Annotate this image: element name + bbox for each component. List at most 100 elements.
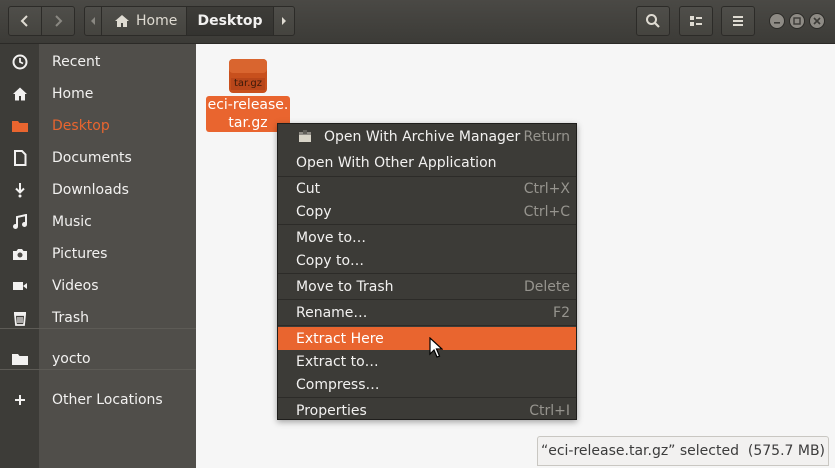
sidebar-item-label: Documents <box>52 150 132 166</box>
menu-item-shortcut: F2 <box>553 304 570 321</box>
sidebar-item-label: Downloads <box>52 182 129 198</box>
sidebar-item-label: Trash <box>52 310 89 326</box>
menu-item-properties[interactable]: Properties Ctrl+I <box>278 399 576 422</box>
sidebar-item-pictures[interactable]: Pictures <box>0 239 196 269</box>
breadcrumb-home[interactable]: Home <box>101 6 187 36</box>
header-bar: Home Desktop <box>0 0 835 44</box>
video-icon <box>9 275 31 297</box>
sidebar-item-label: Other Locations <box>52 392 163 408</box>
sidebar-item-label: Pictures <box>52 246 108 262</box>
sidebar-item-label: Videos <box>52 278 99 294</box>
sidebar-item-label: Music <box>52 214 92 230</box>
home-icon <box>115 15 129 27</box>
view-options-button[interactable] <box>679 6 713 36</box>
menu-separator <box>278 397 576 398</box>
sidebar-item-label: yocto <box>52 351 91 367</box>
status-bar: “eci-release.tar.gz” selected (575.7 MB) <box>537 436 829 466</box>
sidebar-item-documents[interactable]: Documents <box>0 143 196 173</box>
menu-item-label: Move to… <box>296 229 367 246</box>
archive-icon: tar.gz <box>227 56 269 96</box>
breadcrumb-home-label: Home <box>136 13 178 29</box>
sidebar-item-downloads[interactable]: Downloads <box>0 175 196 205</box>
menu-item-shortcut: Ctrl+I <box>529 402 570 419</box>
folder-icon <box>9 348 31 370</box>
list-view-icon <box>690 16 702 26</box>
trash-icon <box>9 307 31 329</box>
breadcrumb-current-label: Desktop <box>197 13 263 29</box>
mouse-cursor-icon <box>429 337 443 358</box>
document-icon <box>9 147 31 169</box>
sidebar-item-label: Desktop <box>52 118 110 134</box>
archive-icon-label: tar.gz <box>233 78 263 89</box>
minimize-icon <box>774 22 780 24</box>
search-button[interactable] <box>636 6 670 36</box>
status-text: “eci-release.tar.gz” selected (575.7 MB) <box>540 443 826 459</box>
menu-item-label: Copy <box>296 203 332 220</box>
sidebar-item-label: Home <box>52 86 94 102</box>
menu-item-extract-to[interactable]: Extract to… <box>278 350 576 373</box>
menu-item-label: Properties <box>296 402 367 419</box>
menu-item-label: Extract Here <box>296 330 384 347</box>
menu-item-label: Copy to… <box>296 252 365 269</box>
menu-separator <box>278 273 576 274</box>
menu-item-label: Extract to… <box>296 353 379 370</box>
menu-separator <box>278 325 576 326</box>
arrow-right-icon <box>282 17 286 25</box>
menu-item-compress[interactable]: Compress… <box>278 373 576 396</box>
menu-separator <box>278 224 576 225</box>
music-icon <box>9 211 31 233</box>
plus-icon <box>9 389 31 411</box>
menu-item-move-to[interactable]: Move to… <box>278 226 576 249</box>
sidebar-item-other-locations[interactable]: Other Locations <box>0 385 196 415</box>
back-button[interactable] <box>8 6 42 36</box>
context-menu: Open With Archive Manager Return Open Wi… <box>277 123 577 420</box>
menu-item-shortcut: Ctrl+C <box>523 203 570 220</box>
menu-item-label: Compress… <box>296 376 380 393</box>
sidebar-item-recent[interactable]: Recent <box>0 47 196 77</box>
minimize-button[interactable] <box>769 13 785 29</box>
forward-button[interactable] <box>41 6 75 36</box>
menu-item-open-archive-manager[interactable]: Open With Archive Manager Return <box>278 125 576 148</box>
download-icon <box>9 179 31 201</box>
menu-separator <box>278 299 576 300</box>
menu-item-shortcut: Ctrl+X <box>523 180 570 197</box>
menu-item-copy[interactable]: Copy Ctrl+C <box>278 200 576 223</box>
menu-item-rename[interactable]: Rename… F2 <box>278 301 576 324</box>
menu-button[interactable] <box>721 6 755 36</box>
menu-item-cut[interactable]: Cut Ctrl+X <box>278 177 576 200</box>
close-button[interactable] <box>809 13 825 29</box>
sidebar-item-label: Recent <box>52 54 101 70</box>
menu-item-shortcut: Delete <box>524 278 570 295</box>
sidebar-item-music[interactable]: Music <box>0 207 196 237</box>
menu-item-label: Cut <box>296 180 321 197</box>
folder-icon <box>9 115 31 137</box>
chevron-left-icon <box>20 15 28 27</box>
sidebar: Recent Home Desktop Documents Downloads … <box>0 44 196 468</box>
menu-item-move-to-trash[interactable]: Move to Trash Delete <box>278 275 576 298</box>
hamburger-icon <box>733 16 743 26</box>
menu-item-copy-to[interactable]: Copy to… <box>278 249 576 272</box>
sidebar-item-videos[interactable]: Videos <box>0 271 196 301</box>
maximize-icon <box>793 17 801 25</box>
sidebar-divider <box>0 369 196 370</box>
sidebar-item-home[interactable]: Home <box>0 79 196 109</box>
home-icon <box>9 83 31 105</box>
path-scroll-right-button[interactable] <box>273 6 295 36</box>
menu-item-extract-here[interactable]: Extract Here <box>278 327 576 350</box>
menu-item-label: Move to Trash <box>296 278 394 295</box>
menu-item-label: Rename… <box>296 304 368 321</box>
path-scroll-left-button[interactable] <box>84 6 102 36</box>
menu-item-label: Open With Archive Manager <box>324 128 521 145</box>
menu-item-open-other-application[interactable]: Open With Other Application <box>278 151 576 174</box>
sidebar-divider <box>0 328 196 329</box>
search-icon <box>646 14 660 28</box>
maximize-button[interactable] <box>789 13 805 29</box>
breadcrumb-current[interactable]: Desktop <box>186 6 274 36</box>
menu-item-shortcut: Return <box>523 128 570 145</box>
camera-icon <box>9 243 31 265</box>
close-icon <box>813 17 821 25</box>
clock-icon <box>9 51 31 73</box>
sidebar-item-desktop[interactable]: Desktop <box>0 111 196 141</box>
chevron-right-icon <box>55 15 63 27</box>
menu-item-label: Open With Other Application <box>296 154 497 171</box>
